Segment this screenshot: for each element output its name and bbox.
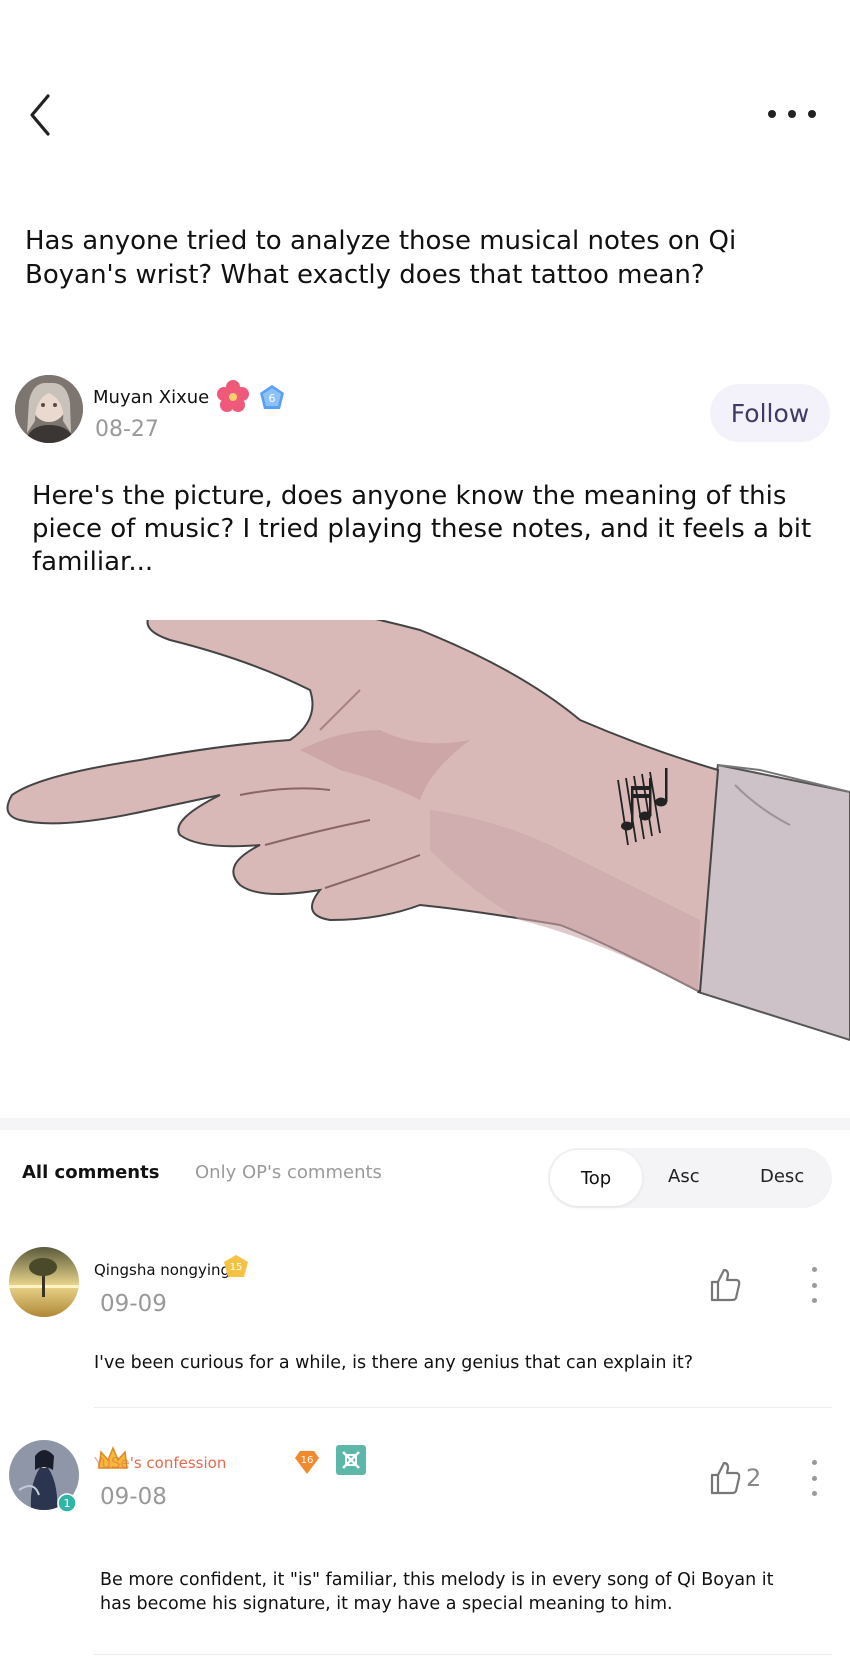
dot-icon: [811, 1460, 817, 1465]
commenter-name-prefix: YuSe: [94, 1454, 130, 1472]
post-image[interactable]: [0, 597, 850, 1120]
post-title: Has anyone tried to analyze those musica…: [25, 226, 737, 290]
chevron-left-icon: [30, 94, 50, 136]
sort-segmented-control: Top Asc Desc: [548, 1148, 832, 1208]
dot-icon: [811, 1282, 817, 1288]
commenter-level: 16: [301, 1455, 314, 1466]
comment-divider: [94, 1654, 832, 1655]
level-badge-icon: 16: [295, 1451, 319, 1474]
commenter-name-main: 's confession: [129, 1454, 227, 1472]
section-divider: [0, 1118, 850, 1130]
avatar-image: [15, 375, 83, 443]
like-count: 2: [746, 1464, 762, 1492]
commenter-name[interactable]: YuSe's confession: [94, 1454, 226, 1472]
author-row: Muyan Xixue 6 08-27 Follow: [15, 375, 835, 450]
avatar-level-badge-icon: 1: [57, 1493, 77, 1513]
follow-button[interactable]: Follow: [710, 384, 830, 442]
dot-icon: [808, 110, 816, 118]
dot-icon: [768, 110, 776, 118]
post-body: Here's the picture, does anyone know the…: [32, 481, 812, 577]
dot-icon: [811, 1475, 817, 1481]
level-badge-icon: 6: [257, 383, 287, 413]
thumbs-up-icon: [710, 1268, 741, 1302]
top-bar: [0, 0, 850, 200]
medal-badge-icon: [336, 1445, 366, 1475]
hand-illustration: [6, 597, 850, 1042]
comment-options-button[interactable]: [808, 1267, 820, 1303]
comment-options-button[interactable]: [808, 1460, 820, 1496]
author-level: 6: [269, 392, 276, 405]
comment-text: Be more confident, it "is" familiar, thi…: [100, 1570, 774, 1614]
commenter-name[interactable]: Qingsha nongying: [94, 1261, 230, 1279]
thumbs-up-icon: [710, 1461, 741, 1495]
flower-badge-icon: [215, 378, 251, 414]
avatar-image: [9, 1247, 79, 1317]
dot-icon: [811, 1491, 817, 1496]
tab-op-comments[interactable]: Only OP's comments: [195, 1162, 382, 1183]
author-name[interactable]: Muyan Xixue: [93, 387, 209, 408]
commenter-avatar[interactable]: [9, 1247, 79, 1317]
comment-date: 09-08: [100, 1484, 167, 1510]
dot-icon: [788, 110, 796, 118]
sort-desc-button[interactable]: Desc: [760, 1166, 804, 1187]
avatar-badge-number: 1: [64, 1497, 71, 1510]
comment-text: I've been curious for a while, is there …: [94, 1353, 694, 1373]
sort-asc-button[interactable]: Asc: [668, 1166, 700, 1187]
more-options-button[interactable]: [768, 105, 816, 123]
comment-item: 1 YuSe's confession 16 09-08 2 Be more c…: [0, 1440, 850, 1660]
sort-top-button[interactable]: Top: [550, 1150, 642, 1206]
commenter-level: 15: [230, 1262, 243, 1273]
like-button[interactable]: [708, 1265, 746, 1305]
dot-icon: [811, 1298, 817, 1303]
back-button[interactable]: [26, 92, 56, 138]
level-badge-icon: 15: [224, 1255, 248, 1277]
author-avatar[interactable]: [15, 375, 83, 443]
comment-item: Qingsha nongying 15 09-09 I've been curi…: [0, 1247, 850, 1417]
comment-date: 09-09: [100, 1291, 167, 1317]
tab-all-comments[interactable]: All comments: [22, 1162, 159, 1183]
comment-divider: [94, 1407, 832, 1408]
like-button[interactable]: 2: [708, 1458, 761, 1498]
post-date: 08-27: [95, 417, 159, 442]
dot-icon: [811, 1267, 817, 1272]
